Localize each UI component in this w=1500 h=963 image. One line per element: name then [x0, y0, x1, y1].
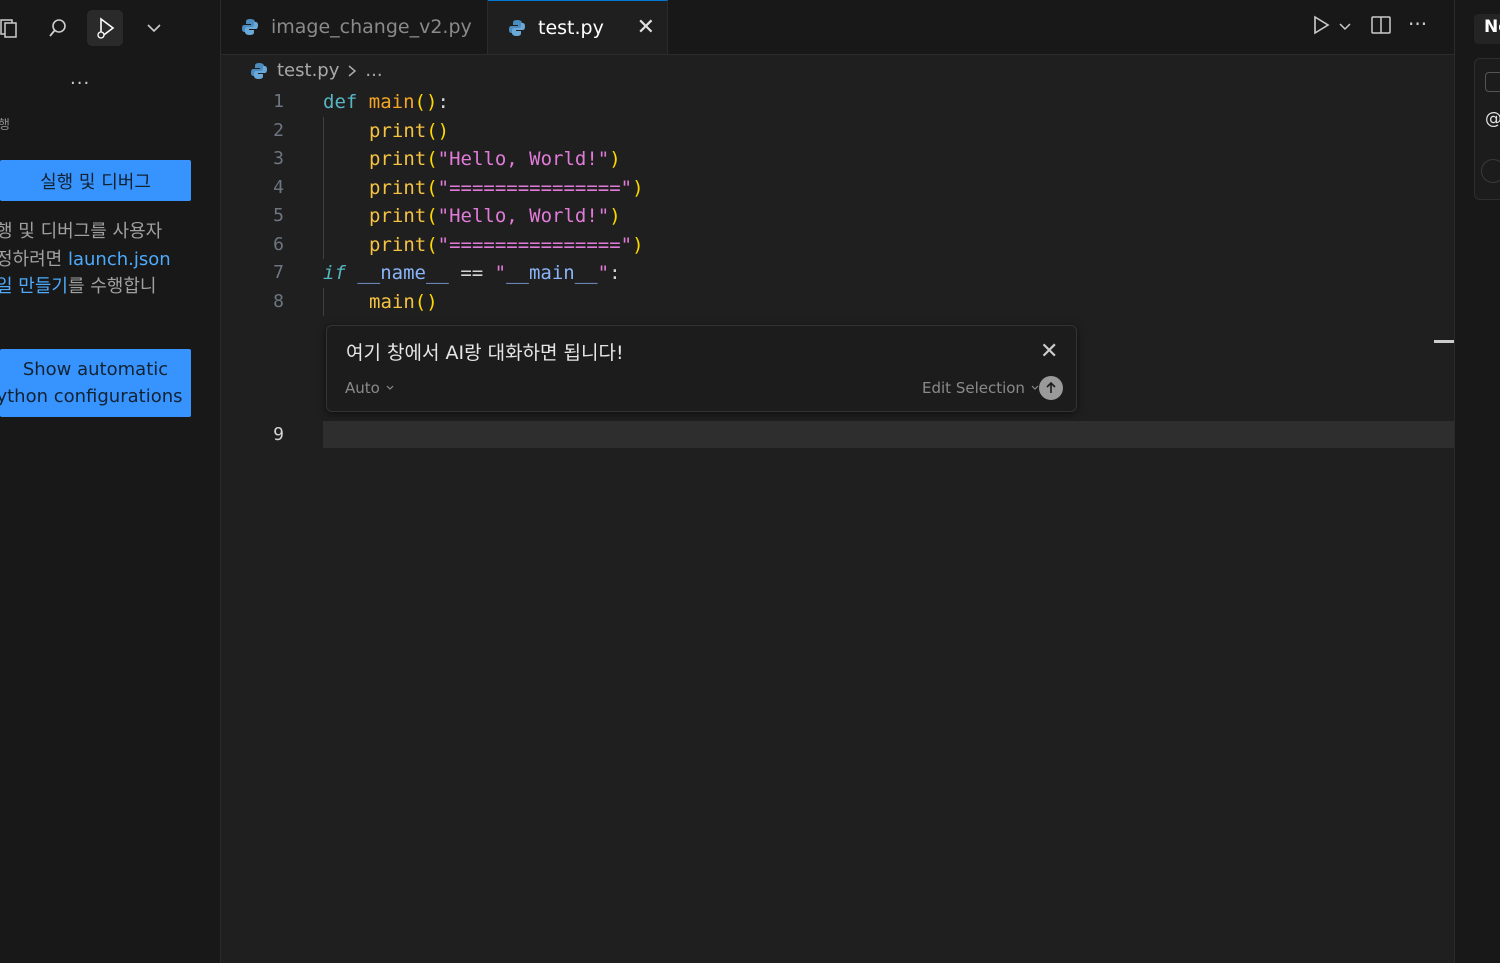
- string-literal: "Hello, World!": [437, 205, 610, 227]
- function-call: print: [369, 120, 427, 142]
- chevron-right-icon: [348, 64, 357, 77]
- breadcrumb-file[interactable]: test.py: [277, 60, 339, 81]
- current-line-highlight[interactable]: [323, 421, 1454, 448]
- create-file-link[interactable]: 일 만들기: [0, 276, 68, 297]
- function-call: print: [369, 148, 427, 170]
- quote: ": [494, 262, 507, 284]
- code-line[interactable]: 6 print("==============="): [221, 231, 1454, 259]
- right-panel-label[interactable]: Ne: [1474, 14, 1500, 44]
- scrollbar-marker: [1434, 340, 1454, 343]
- launch-json-link[interactable]: launch.json: [68, 249, 171, 270]
- string-literal: "===============": [437, 177, 633, 199]
- colon: :: [609, 262, 621, 284]
- run-debug-icon[interactable]: [87, 10, 123, 46]
- parens: (): [426, 120, 450, 142]
- run-debug-sidebar: ... 행 실행 및 디버그 행 및 디버그를 사용자 정하려면 launch.…: [0, 0, 220, 963]
- right-panel-item[interactable]: @: [1485, 109, 1500, 129]
- colon: :: [437, 91, 449, 113]
- attach-icon[interactable]: [1481, 159, 1500, 183]
- run-python-file-icon[interactable]: [1311, 14, 1331, 41]
- help-line-3-text: 를 수행합니: [67, 276, 157, 297]
- more-actions-icon[interactable]: ...: [70, 68, 90, 89]
- edit-selection-dropdown[interactable]: Edit Selection: [922, 379, 1040, 397]
- help-line-3: 일 만들기를 수행합니: [0, 273, 216, 301]
- tab-test-py[interactable]: test.py ✕: [488, 0, 668, 54]
- run-chevron-down-icon[interactable]: [1337, 16, 1353, 40]
- keyword-if: if: [323, 262, 346, 284]
- line-number: 3: [273, 148, 284, 169]
- help-line-1: 행 및 디버그를 사용자: [0, 221, 163, 242]
- line-number: 7: [273, 262, 284, 283]
- section-title: 행: [0, 118, 10, 133]
- send-button[interactable]: [1039, 376, 1063, 400]
- more-actions-icon[interactable]: ···: [1408, 12, 1427, 36]
- code-line[interactable]: 1 def main():: [221, 88, 1454, 116]
- parens: (): [414, 91, 438, 113]
- line-number: 9: [273, 424, 284, 445]
- tab-label: image_change_v2.py: [271, 16, 472, 38]
- keyword-def: def: [323, 91, 358, 113]
- function-name: main: [368, 91, 415, 113]
- code-line[interactable]: 3 print("Hello, World!"): [221, 145, 1454, 173]
- show-config-label-2: ython configurations: [0, 386, 183, 407]
- chevron-down-icon: [386, 385, 394, 390]
- function-call: main: [369, 291, 415, 313]
- line-number: 8: [273, 291, 284, 312]
- chevron-down-icon[interactable]: [136, 10, 172, 46]
- ai-mode-dropdown[interactable]: Auto: [345, 379, 395, 397]
- breadcrumb-symbol[interactable]: ...: [365, 60, 382, 81]
- dunder-main: __main__: [506, 262, 598, 284]
- close-icon[interactable]: ✕: [637, 15, 655, 40]
- dunder-name: __name__: [357, 262, 449, 284]
- python-file-icon: [251, 62, 267, 79]
- show-config-label-1: Show automatic: [22, 359, 169, 380]
- show-python-configurations-button[interactable]: Show automatic ython configurations: [0, 349, 191, 417]
- arrow-up-icon: [1046, 381, 1056, 393]
- python-file-icon: [509, 19, 525, 36]
- right-panel-card: @: [1474, 58, 1500, 200]
- function-call: print: [369, 177, 427, 199]
- help-line-2-text: 정하려면: [0, 248, 68, 270]
- code-line[interactable]: 7 if __name__ == "__main__":: [221, 259, 1454, 287]
- breadcrumb: test.py ...: [250, 60, 383, 81]
- tab-label: test.py: [538, 16, 604, 39]
- line-number: 2: [273, 120, 284, 141]
- line-number: 5: [273, 205, 284, 226]
- ai-prompt-input[interactable]: 여기 창에서 AI랑 대화하면 됩니다!: [346, 338, 624, 365]
- line-number: 6: [273, 234, 284, 255]
- edit-selection-label: Edit Selection: [922, 379, 1025, 397]
- launch-json-help-text: 행 및 디버그를 사용자 정하려면 launch.json 일 만들기를 수행합…: [0, 218, 216, 301]
- close-icon[interactable]: ✕: [1040, 339, 1058, 364]
- function-call: print: [369, 234, 427, 256]
- operator: ==: [460, 262, 484, 284]
- code-line[interactable]: 8 main(): [221, 288, 1454, 316]
- mention-icon[interactable]: [1485, 72, 1500, 92]
- search-icon[interactable]: [40, 10, 76, 46]
- line-number: 4: [273, 177, 284, 198]
- code-line[interactable]: 5 print("Hello, World!"): [221, 202, 1454, 230]
- parens: (): [414, 291, 438, 313]
- quote: ": [597, 262, 610, 284]
- string-literal: "===============": [437, 234, 633, 256]
- tab-bar: image_change_v2.py test.py ✕ ···: [221, 0, 1454, 55]
- python-file-icon: [242, 19, 258, 35]
- string-literal: "Hello, World!": [437, 148, 610, 170]
- help-line-2: 정하려면 launch.json: [0, 246, 216, 274]
- ai-mode-label: Auto: [345, 379, 380, 397]
- explorer-icon[interactable]: [0, 10, 26, 46]
- tab-image-change-v2[interactable]: image_change_v2.py: [221, 0, 488, 54]
- code-line[interactable]: 4 print("==============="): [221, 174, 1454, 202]
- run-and-debug-button[interactable]: 실행 및 디버그: [0, 160, 191, 201]
- function-call: print: [369, 205, 427, 227]
- line-number: 1: [273, 91, 284, 112]
- split-editor-icon[interactable]: [1370, 14, 1392, 41]
- code-line[interactable]: 2 print(): [221, 117, 1454, 145]
